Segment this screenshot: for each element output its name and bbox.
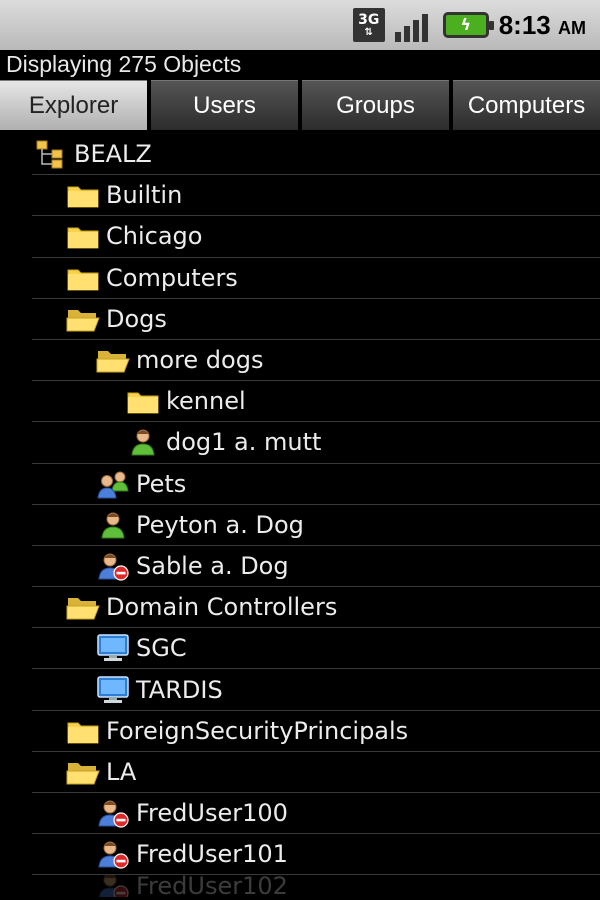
tree-item[interactable]: Domain Controllers [32,587,600,629]
tab-computers[interactable]: Computers [453,80,600,130]
tree-item-label: TARDIS [136,675,223,704]
tree-item-label: Peyton a. Dog [136,510,304,539]
status-clock: 8:13 AM [498,9,586,40]
user-icon [96,510,130,540]
tree-item-label: Domain Controllers [106,593,338,622]
folder-closed-icon [66,716,100,746]
folder-open-icon [66,757,100,787]
tree-item-label: Builtin [106,181,183,210]
battery-charging-icon: ϟ [442,12,494,38]
tree-item-label: kennel [166,387,246,416]
tree-item-label: Sable a. Dog [136,551,289,580]
network-3g-icon: 3G ⇅ [352,8,385,42]
domain-tree-icon [34,139,68,169]
tab-explorer[interactable]: Explorer [0,80,147,130]
tree-item-label: FredUser100 [136,799,288,828]
tree-item[interactable]: dog1 a. mutt [32,422,600,464]
tree-item[interactable]: SGC [32,628,600,670]
tree-item[interactable]: more dogs [32,340,600,382]
status-bar: 3G ⇅ ϟ 8:13 AM [0,0,600,50]
computer-icon [96,675,130,705]
tree-item[interactable]: BEALZ [32,134,600,176]
tree-item-label: LA [106,757,137,786]
object-tree: BEALZ Builtin Chicago Computers Dogs more dog… [0,134,600,898]
tree-item-label: Chicago [106,222,203,251]
tree-item-label: FredUser101 [136,840,288,869]
tab-groups[interactable]: Groups [302,80,449,130]
tree-item[interactable]: Dogs [32,299,600,340]
user-disabled-icon [96,551,130,581]
tree-item[interactable]: Pets [32,464,600,505]
tree-item[interactable]: Builtin [32,175,600,217]
tree-item[interactable]: FredUser102 [32,875,600,898]
user-disabled-icon [96,839,130,869]
user-icon [126,427,160,457]
tree-item-label: SGC [136,634,187,663]
signal-icon [394,8,433,42]
folder-closed-icon [66,263,100,293]
group-icon [96,469,130,499]
folder-closed-icon [66,180,100,210]
tree-item[interactable]: Computers [32,258,600,299]
tree-item-label: Dogs [106,304,167,333]
tree-item[interactable]: TARDIS [32,669,600,711]
tree-item-label: BEALZ [74,140,152,169]
folder-closed-icon [126,386,160,416]
tree-item-label: dog1 a. mutt [166,428,322,457]
tree-item[interactable]: ForeignSecurityPrincipals [32,711,600,752]
tree-item[interactable]: Chicago [32,216,600,258]
tree-item[interactable]: Sable a. Dog [32,546,600,588]
tree-item[interactable]: kennel [32,381,600,423]
tree-item-label: Pets [136,469,187,498]
tree-item[interactable]: LA [32,752,600,793]
user-disabled-icon [96,798,130,828]
folder-open-icon [66,304,100,334]
tab-bar: Explorer Users Groups Computers [0,80,600,130]
computer-icon [96,633,130,663]
tree-item-label: Computers [106,263,238,292]
user-disabled-icon [96,875,130,898]
folder-closed-icon [66,221,100,251]
folder-open-icon [66,592,100,622]
folder-open-icon [96,345,130,375]
tree-item-label: ForeignSecurityPrincipals [106,716,409,745]
object-count-subtitle: Displaying 275 Objects [6,51,242,77]
tree-item-label: FredUser102 [136,875,288,898]
tab-users[interactable]: Users [151,80,298,130]
tree-item[interactable]: Peyton a. Dog [32,505,600,546]
tree-item[interactable]: FredUser100 [32,793,600,835]
tree-item[interactable]: FredUser101 [32,834,600,876]
tree-item-label: more dogs [136,346,264,375]
